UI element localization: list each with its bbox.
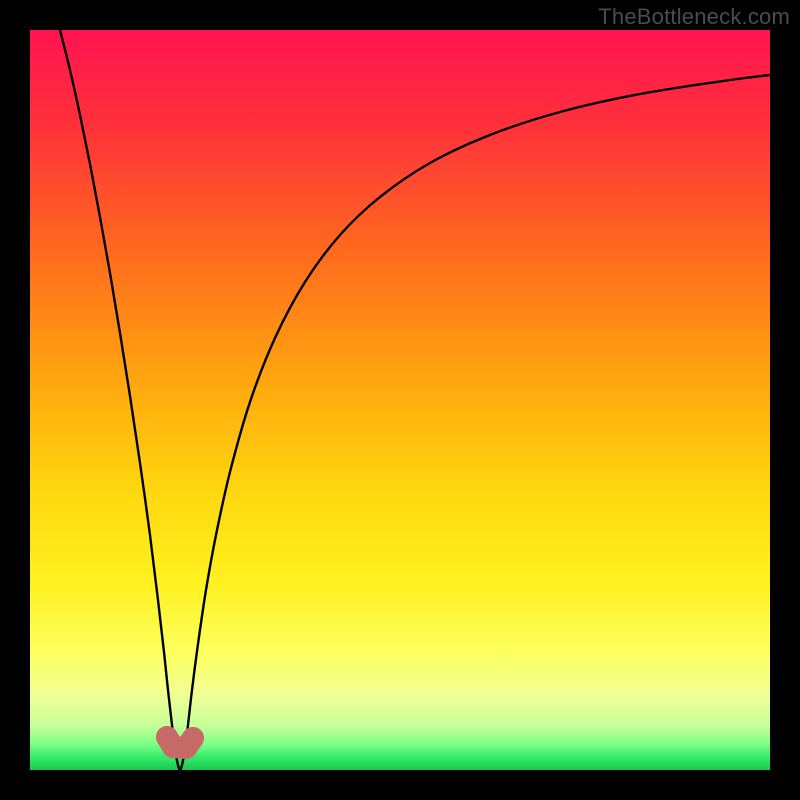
plot-background (30, 30, 770, 770)
bottleneck-chart (0, 0, 800, 800)
attribution-label: TheBottleneck.com (598, 4, 790, 30)
chart-frame: TheBottleneck.com (0, 0, 800, 800)
curve-marker (182, 727, 204, 749)
